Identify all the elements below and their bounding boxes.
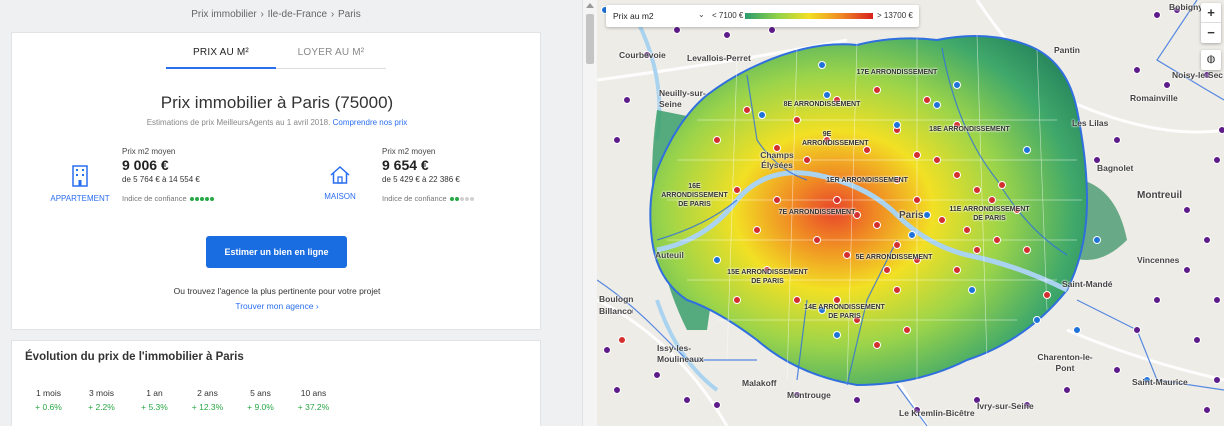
zoom-control: + −: [1201, 3, 1221, 43]
find-agency-text: Ou trouvez l'agence la plus pertinente p…: [173, 286, 381, 296]
place-label: Montrouge: [787, 390, 831, 400]
evolution-card: Évolution du prix de l'immobilier à Pari…: [11, 340, 541, 426]
tab-loyer[interactable]: LOYER AU M²: [276, 47, 386, 69]
apartment-type[interactable]: APPARTEMENT: [50, 165, 110, 203]
evolution-item: 1 an + 5.3%: [141, 388, 168, 412]
scroll-thumb[interactable]: [586, 14, 594, 64]
district-label: 15E ARRONDISSEMENT DE PARIS: [727, 269, 808, 285]
legend-min: < 7100 €: [712, 11, 744, 20]
place-label: Paris: [899, 210, 924, 221]
subtitle: Estimations de prix MeilleursAgents au 1…: [12, 118, 542, 127]
evolution-item: 2 ans + 12.3%: [191, 388, 224, 412]
district-label: 5E ARRONDISSEMENT: [855, 254, 933, 261]
place-label: Issy-les-Moulineaux: [657, 343, 704, 364]
price-map[interactable]: Courbevoie Levallois-Perret Neuilly-sur-…: [597, 0, 1224, 426]
place-label: Levallois-Perret: [687, 53, 751, 63]
left-panel: Prix immobilier › Ile-de-France › Paris …: [0, 0, 582, 426]
place-label: Boulogne-Billancourt: [599, 294, 633, 316]
evolution-periods: 1 mois + 0.6% 3 mois + 2.2% 1 an + 5.3% 2 a…: [22, 388, 340, 412]
house-price: 9 654 €: [382, 157, 429, 173]
legend-select[interactable]: Prix au m2: [613, 11, 654, 21]
place-label: Malakoff: [742, 378, 777, 388]
subtitle-text: Estimations de prix MeilleursAgents au 1…: [146, 118, 331, 127]
apartment-price: 9 006 €: [122, 157, 169, 173]
district-label: 16E ARRONDISSEMENT DE PARIS: [661, 183, 728, 208]
tabs: PRIX AU M² LOYER AU M²: [166, 47, 386, 69]
place-label: Noisy-le-Sec: [1172, 70, 1224, 80]
house-type[interactable]: MAISON: [310, 165, 370, 201]
house-label: MAISON: [324, 192, 356, 201]
confidence-label: Indice de confiance: [382, 194, 447, 203]
place-label: Bobigny: [1169, 2, 1203, 12]
house-values: Prix m2 moyen 9 654 € de 5 429 € à 22 38…: [382, 147, 522, 203]
confidence-dots: [189, 194, 215, 203]
price-legend: Prix au m2 ⌄ < 7100 € > 13700 €: [606, 5, 919, 27]
page-title: Prix immobilier à Paris (75000): [160, 93, 394, 112]
evolution-title: Évolution du prix de l'immobilier à Pari…: [25, 351, 244, 363]
zoom-out-button[interactable]: −: [1201, 23, 1221, 43]
place-label: Ivry-sur-Seine: [977, 401, 1034, 411]
chevron-down-icon[interactable]: ⌄: [698, 10, 705, 19]
apartment-values: Prix m2 moyen 9 006 € de 5 764 € à 14 55…: [122, 147, 262, 203]
breadcrumb: Prix immobilier › Ile-de-France › Paris: [191, 9, 361, 20]
place-label: Saint-Maurice: [1132, 377, 1188, 387]
place-label: Montreuil: [1137, 190, 1182, 201]
evolution-item: 1 mois + 0.6%: [35, 388, 62, 412]
house-confidence: Indice de confiance: [382, 194, 522, 203]
place-label: Saint-Mandé: [1062, 279, 1113, 289]
place-label: Les Lilas: [1072, 118, 1109, 128]
place-label: Charenton-le-Pont: [1037, 352, 1093, 373]
price-card: PRIX AU M² LOYER AU M² Prix immobilier à…: [11, 32, 541, 330]
evolution-item: 10 ans + 37.2%: [297, 388, 330, 412]
legend-color-bar: [745, 13, 873, 19]
place-label: Courbevoie: [619, 50, 666, 60]
place-label: Vincennes: [1137, 255, 1180, 265]
district-label: 14E ARRONDISSEMENT DE PARIS: [804, 304, 885, 320]
zoom-in-button[interactable]: +: [1201, 3, 1221, 23]
district-label: 7E ARRONDISSEMENT: [778, 209, 856, 216]
place-label: Auteuil: [655, 250, 684, 260]
house-caption: Prix m2 moyen: [382, 147, 436, 156]
tab-prix[interactable]: PRIX AU M²: [166, 47, 276, 69]
breadcrumb-item[interactable]: Prix immobilier: [191, 9, 257, 20]
apartment-range: de 5 764 € à 14 554 €: [122, 175, 200, 184]
district-label: 9E ARRONDISSEMENT: [802, 131, 869, 147]
place-label: Champs Élysées: [760, 150, 794, 170]
apartment-label: APPARTEMENT: [50, 194, 110, 203]
confidence-label: Indice de confiance: [122, 194, 187, 203]
estimate-button[interactable]: Estimer un bien en ligne: [206, 236, 347, 268]
find-agency-link[interactable]: Trouver mon agence ›: [12, 301, 542, 311]
scroll-up-icon[interactable]: [586, 3, 594, 8]
scrollbar[interactable]: [582, 0, 597, 426]
house-icon: [330, 165, 350, 184]
district-label: 8E ARRONDISSEMENT: [783, 101, 861, 108]
evolution-item: 3 mois + 2.2%: [88, 388, 115, 412]
apartment-confidence: Indice de confiance: [122, 194, 262, 203]
breadcrumb-item: Paris: [338, 9, 361, 20]
place-label: Romainville: [1130, 93, 1178, 103]
place-label: Le Kremlin-Bicêtre: [899, 408, 975, 418]
globe-icon[interactable]: ◍: [1201, 50, 1221, 70]
place-label: Neuilly-sur-Seine: [659, 88, 706, 109]
building-icon: [72, 165, 88, 187]
district-label: 11E ARRONDISSEMENT DE PARIS: [949, 206, 1030, 222]
breadcrumb-item[interactable]: Ile-de-France: [268, 9, 327, 20]
evolution-item: 5 ans + 9.0%: [247, 388, 274, 412]
apartment-caption: Prix m2 moyen: [122, 147, 176, 156]
district-label: 17E ARRONDISSEMENT: [856, 69, 938, 76]
house-range: de 5 429 € à 22 386 €: [382, 175, 460, 184]
district-label: 18E ARRONDISSEMENT: [929, 126, 1010, 133]
legend-max: > 13700 €: [877, 11, 913, 20]
place-label: Bagnolet: [1097, 163, 1134, 173]
subtitle-link[interactable]: Comprendre nos prix: [333, 118, 408, 127]
confidence-dots: [449, 194, 475, 203]
district-label: 1ER ARRONDISSEMENT: [826, 177, 908, 184]
place-label: Pantin: [1054, 45, 1080, 55]
